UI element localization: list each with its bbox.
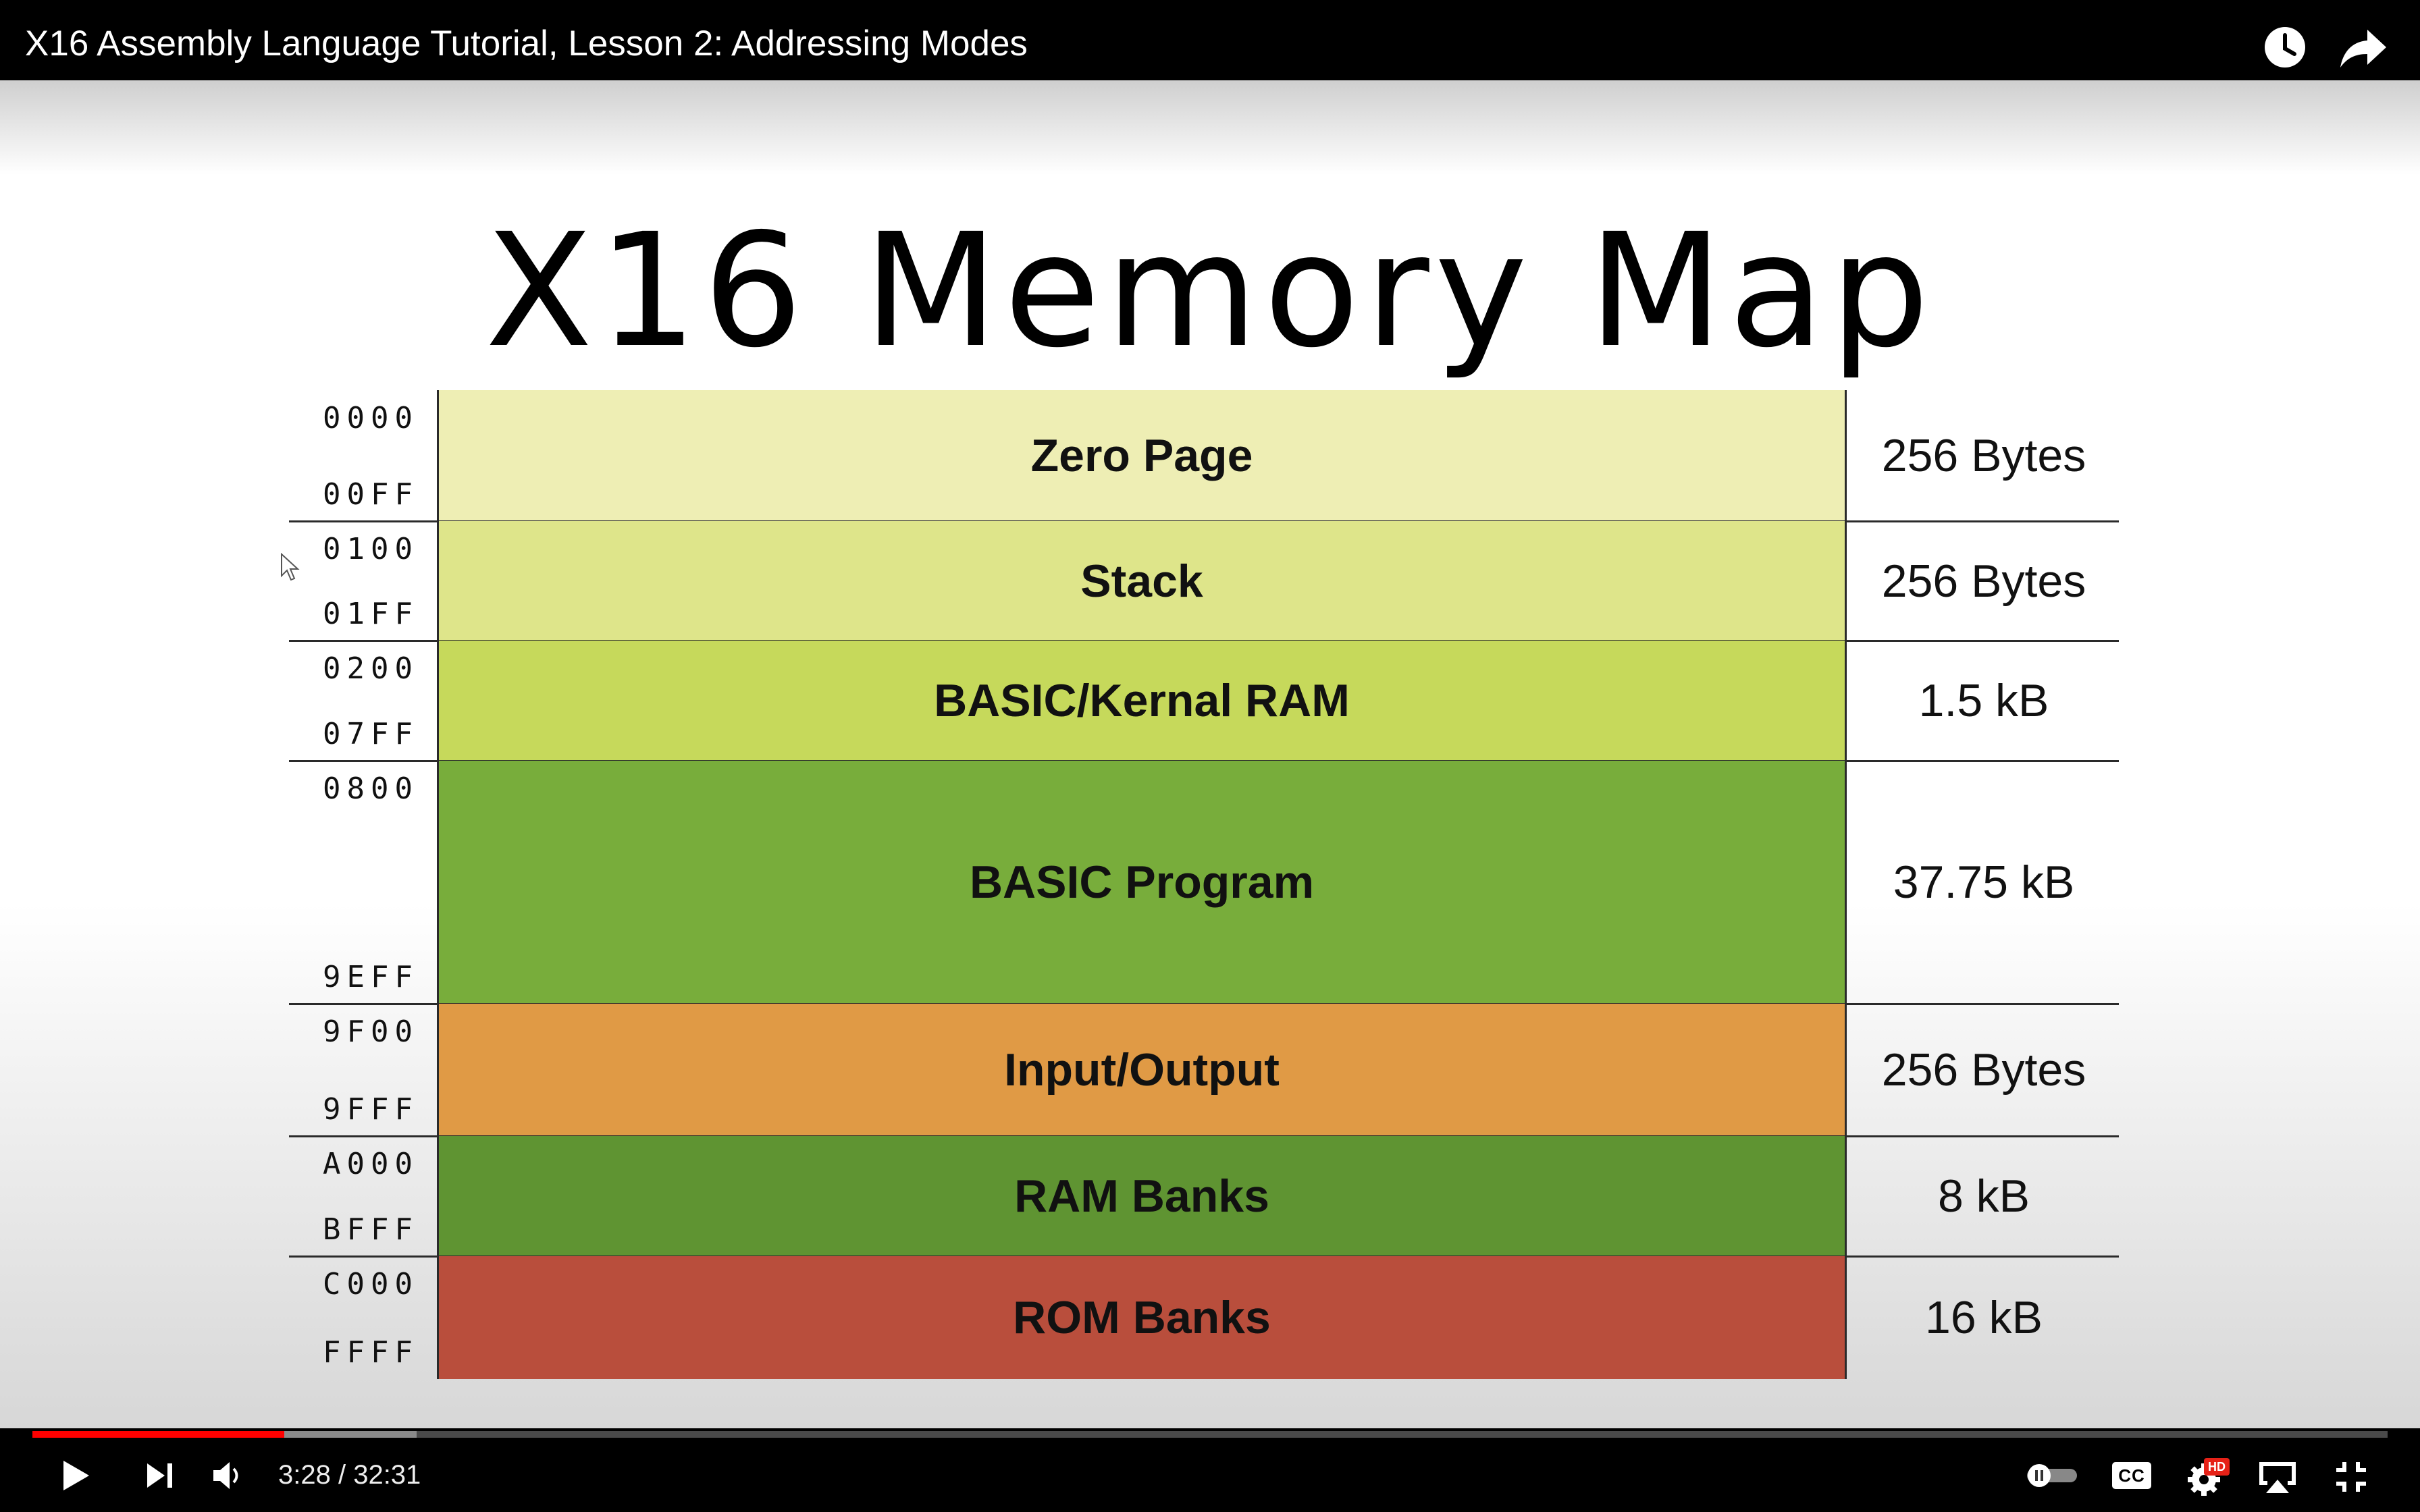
memory-region-block: BASIC/Kernal RAM xyxy=(437,641,1847,761)
time-separator: / xyxy=(330,1460,354,1490)
memory-region-row: Zero Page 256 Bytes 0000 00FF xyxy=(0,390,2420,521)
memory-region-start-address: 9F00 xyxy=(323,1015,419,1049)
time-display: 3:28 / 32:31 xyxy=(278,1460,421,1490)
memory-region-block: Input/Output xyxy=(437,1004,1847,1136)
memory-region-row: ROM Banks 16 kB C000 FFFF xyxy=(0,1256,2420,1379)
play-icon[interactable] xyxy=(59,1458,92,1493)
progress-played xyxy=(32,1431,285,1438)
memory-region-end-address: 07FF xyxy=(323,717,419,751)
memory-region-size: 1.5 kB xyxy=(1918,675,2049,726)
video-title[interactable]: X16 Assembly Language Tutorial, Lesson 2… xyxy=(25,23,1028,64)
memory-region-block: Zero Page xyxy=(437,390,1847,521)
memory-region-end-address: 9FFF xyxy=(323,1092,419,1127)
hd-badge-label: HD xyxy=(2208,1459,2226,1474)
next-icon[interactable] xyxy=(144,1461,176,1490)
memory-region-name: BASIC/Kernal RAM xyxy=(934,675,1350,726)
memory-region-block: BASIC Program xyxy=(437,761,1847,1004)
memory-region-name: ROM Banks xyxy=(1013,1292,1271,1343)
memory-region-end-address: FFFF xyxy=(323,1335,419,1370)
memory-region-end-address: 00FF xyxy=(323,477,419,512)
time-current: 3:28 xyxy=(278,1460,331,1490)
memory-region-start-address: 0200 xyxy=(323,651,419,686)
slide-title: X16 Memory Map xyxy=(485,200,1935,382)
volume-icon[interactable] xyxy=(211,1459,247,1492)
memory-region-row: BASIC/Kernal RAM 1.5 kB 0200 07FF xyxy=(0,641,2420,761)
autoplay-toggle-icon[interactable] xyxy=(2023,1462,2081,1489)
exit-fullscreen-icon[interactable] xyxy=(2334,1459,2369,1494)
memory-region-block: Stack xyxy=(437,521,1847,641)
memory-region-size: 37.75 kB xyxy=(1893,857,2075,908)
watch-later-icon[interactable] xyxy=(2258,20,2312,74)
memory-region-name: BASIC Program xyxy=(969,857,1315,908)
video-frame[interactable]: X16 Memory Map Zero Page 256 Bytes 0000 00F… xyxy=(0,80,2420,1428)
memory-region-start-address: 0100 xyxy=(323,532,419,566)
memory-region-row: BASIC Program 37.75 kB 0800 9EFF xyxy=(0,761,2420,1004)
time-total: 32:31 xyxy=(353,1460,421,1490)
memory-region-size: 256 Bytes xyxy=(1881,555,2086,607)
hd-badge: HD xyxy=(2204,1458,2230,1476)
memory-region-size: 256 Bytes xyxy=(1881,430,2086,481)
memory-region-size: 16 kB xyxy=(1925,1292,2043,1343)
share-icon[interactable] xyxy=(2336,20,2390,74)
memory-region-row: Input/Output 256 Bytes 9F00 9FFF xyxy=(0,1004,2420,1136)
memory-region-name: RAM Banks xyxy=(1014,1170,1269,1222)
captions-icon[interactable]: CC xyxy=(2112,1462,2151,1489)
memory-region-start-address: 0000 xyxy=(323,401,419,435)
memory-region-end-address: 01FF xyxy=(323,597,419,631)
memory-region-end-address: BFFF xyxy=(323,1212,419,1247)
memory-region-row: Stack 256 Bytes 0100 01FF xyxy=(0,521,2420,641)
memory-region-size: 8 kB xyxy=(1937,1170,2030,1222)
progress-bar[interactable] xyxy=(32,1431,2388,1438)
mouse-cursor-icon xyxy=(281,553,300,581)
memory-region-end-address: 9EFF xyxy=(323,960,419,994)
memory-region-block: RAM Banks xyxy=(437,1136,1847,1256)
airplay-icon[interactable] xyxy=(2255,1458,2300,1496)
memory-region-start-address: C000 xyxy=(323,1267,419,1301)
memory-region-start-address: 0800 xyxy=(323,772,419,806)
memory-region-start-address: A000 xyxy=(323,1147,419,1181)
memory-region-name: Input/Output xyxy=(1004,1044,1280,1096)
memory-region-row: RAM Banks 8 kB A000 BFFF xyxy=(0,1136,2420,1256)
memory-region-size: 256 Bytes xyxy=(1881,1044,2086,1096)
captions-label: CC xyxy=(2118,1465,2145,1486)
memory-region-block: ROM Banks xyxy=(437,1256,1847,1379)
player-top-bar: X16 Assembly Language Tutorial, Lesson 2… xyxy=(0,0,2420,80)
memory-region-name: Zero Page xyxy=(1030,430,1253,481)
memory-region-name: Stack xyxy=(1080,555,1203,607)
